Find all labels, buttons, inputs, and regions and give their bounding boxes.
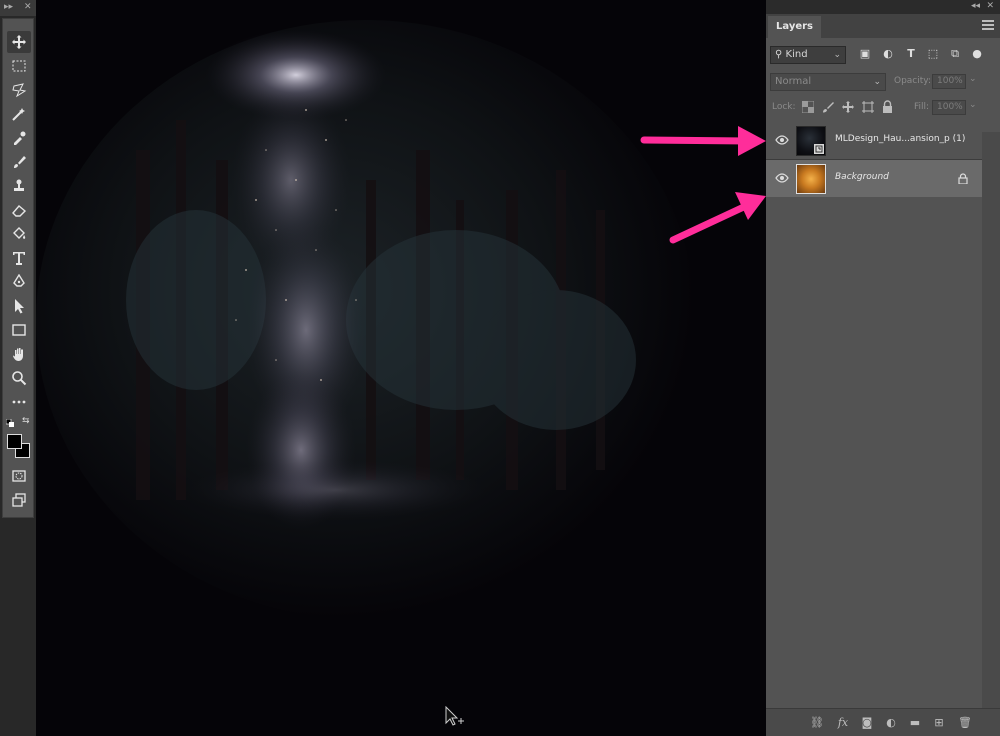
default-colors-icon[interactable] [5,417,14,427]
quick-mask-icon[interactable] [7,465,31,487]
filter-row: ⚲ Kind ⌄ ▣ ◐ T ⬚ ⧉ ● [766,44,1000,66]
path-selection-tool-icon[interactable] [7,295,31,317]
chevron-down-icon: ⌄ [833,50,841,60]
layers-list: MLDesign_Hau...ansion_p (1) Background [766,122,982,202]
cursor-icon [444,705,466,728]
smart-object-badge-icon [814,144,824,154]
type-tool-icon[interactable] [7,247,31,269]
layer-thumbnail [796,164,826,194]
filter-toggle-icon[interactable]: ● [970,47,984,61]
lock-position-icon[interactable] [842,101,854,113]
add-mask-icon[interactable]: ◙ [860,716,874,730]
fill-label: Fill: [914,102,930,112]
opacity-dropdown-icon[interactable]: ⌄ [969,74,977,84]
image-filter-icon[interactable]: ▣ [858,47,872,61]
brush-tool-icon[interactable] [7,151,31,173]
visibility-eye-icon[interactable] [775,172,789,184]
more-tools-icon[interactable] [7,391,31,413]
layer-thumbnail [796,126,826,156]
layer-name: Background [835,172,889,182]
blend-row: Normal ⌄ Opacity: 100% ⌄ [766,72,1000,92]
marquee-tool-icon[interactable] [7,55,31,77]
smart-object-filter-icon[interactable]: ⧉ [948,47,962,61]
type-filter-icon[interactable]: T [904,47,918,61]
layer-style-fx-icon[interactable]: fx [836,716,850,730]
panel-tabs: Layers [766,14,1000,38]
paint-bucket-tool-icon[interactable] [7,223,31,245]
delete-layer-icon[interactable]: 🗑 [958,716,972,730]
forest-artwork [36,0,766,736]
swap-colors-icon[interactable]: ⇆ [22,416,32,426]
lasso-tool-icon[interactable] [7,79,31,101]
foreground-color-swatch[interactable] [7,434,22,449]
opacity-label: Opacity: [894,76,931,86]
hand-tool-icon[interactable] [7,343,31,365]
lock-label: Lock: [772,102,796,112]
shape-filter-icon[interactable]: ⬚ [926,47,940,61]
layer-row-smart-object[interactable]: MLDesign_Hau...ansion_p (1) [766,122,982,159]
lock-image-pixels-icon[interactable] [822,101,834,113]
panel-menu-icon[interactable] [982,20,994,30]
magic-wand-tool-icon[interactable] [7,103,31,125]
zoom-tool-icon[interactable] [7,367,31,389]
layer-row-background[interactable]: Background [766,160,982,197]
link-layers-icon[interactable]: ⛓ [810,716,824,730]
layers-panel: Layers ⚲ Kind ⌄ ▣ ◐ T ⬚ ⧉ ● Normal ⌄ Opa… [766,14,1000,736]
visibility-eye-icon[interactable] [775,134,789,146]
eyedropper-tool-icon[interactable] [7,127,31,149]
layer-name: MLDesign_Hau...ansion_p (1) [835,134,966,144]
screen-mode-icon[interactable] [7,489,31,511]
search-icon: ⚲ [775,49,783,60]
toolbar-body: ⇆ [2,18,34,518]
collapse-arrows-icon[interactable]: ▸▸ [4,2,13,12]
new-layer-icon[interactable]: ⊞ [932,716,946,730]
close-dock-icon[interactable]: ✕ [986,1,994,11]
move-tool-icon[interactable] [7,31,31,53]
fill-field[interactable]: 100% [932,100,966,115]
blend-mode-value: Normal [775,76,812,87]
right-dock: ◂◂ ✕ Layers ⚲ Kind ⌄ ▣ ◐ T ⬚ ⧉ ● Normal … [766,0,1000,736]
collapse-dock-icon[interactable]: ◂◂ [971,1,980,11]
filter-kind-label: Kind [785,49,808,60]
tools-panel-header: ▸▸ ✕ [0,0,36,16]
layers-scrollbar[interactable] [982,132,1000,712]
lock-all-icon[interactable] [882,100,893,113]
stamp-tool-icon[interactable] [7,175,31,197]
lock-row: Lock: Fill: 100% ⌄ [766,98,1000,118]
layer-lock-icon[interactable] [958,173,968,185]
filter-kind-select[interactable]: ⚲ Kind ⌄ [770,46,846,64]
lock-artboard-icon[interactable] [862,101,874,113]
eraser-tool-icon[interactable] [7,199,31,221]
opacity-field[interactable]: 100% [932,74,966,89]
tab-layers[interactable]: Layers [768,16,821,38]
chevron-down-icon: ⌄ [873,77,881,87]
fill-dropdown-icon[interactable]: ⌄ [969,100,977,110]
dock-header: ◂◂ ✕ [766,0,1000,14]
adjustment-layer-icon[interactable]: ◐ [884,716,898,730]
rectangle-tool-icon[interactable] [7,319,31,341]
adjustment-filter-icon[interactable]: ◐ [881,47,895,61]
lock-transparent-pixels-icon[interactable] [801,100,815,114]
close-icon[interactable]: ✕ [24,2,32,12]
blend-mode-select[interactable]: Normal ⌄ [770,73,886,91]
layers-actions-bar: ⛓ fx ◙ ◐ ▬ ⊞ 🗑 [766,708,1000,736]
pen-tool-icon[interactable] [7,271,31,293]
document-canvas[interactable] [36,0,766,736]
new-group-icon[interactable]: ▬ [908,716,922,730]
tools-panel: ▸▸ ✕ ⇆ [0,0,36,736]
